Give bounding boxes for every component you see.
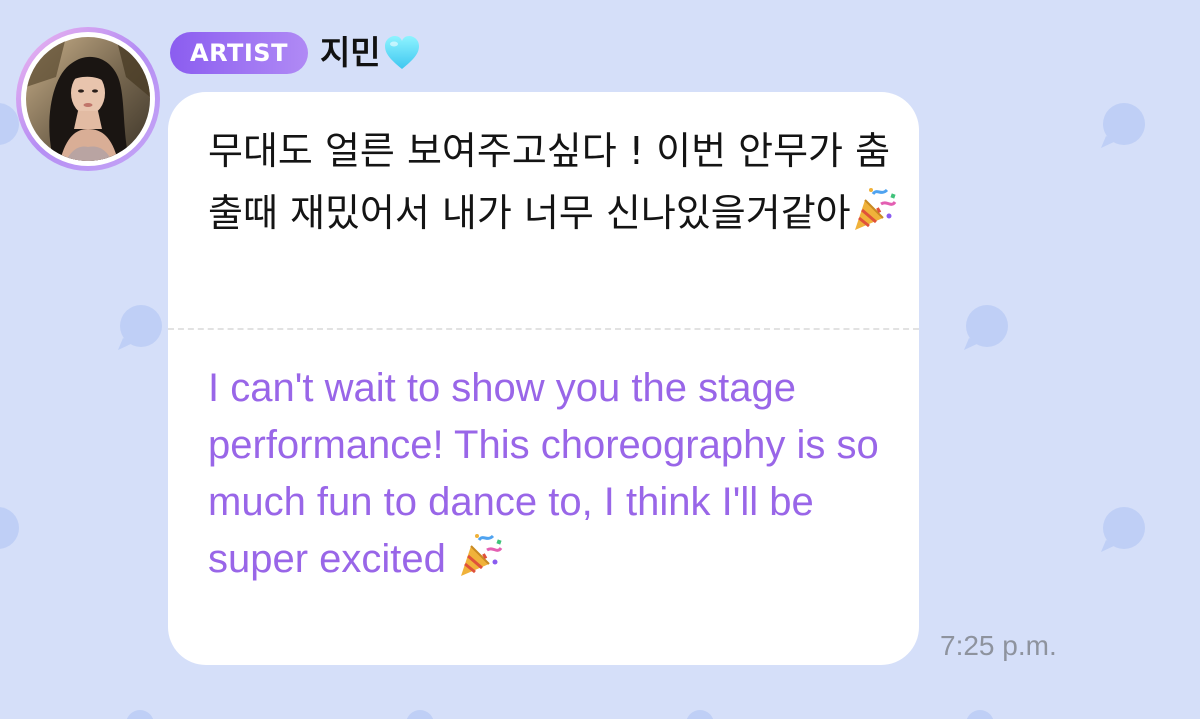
sender-name[interactable]: 지민 [320,30,381,76]
artist-badge: ARTIST [170,32,308,74]
chat-message-row: ARTIST 지민 무대도 얼른 보여주고싶다 ! 이번 안무가 춤출때 재밌어… [0,0,1200,719]
party-popper-icon [461,534,503,576]
sender-header: ARTIST 지민 [170,30,421,76]
message-original-text: 무대도 얼른 보여주고싶다 ! 이번 안무가 춤출때 재밌어서 내가 너무 신나… [208,120,898,244]
avatar[interactable] [16,27,160,171]
divider [168,328,919,330]
avatar-photo-icon [26,37,150,161]
party-popper-icon [854,188,896,230]
message-bubble[interactable]: 무대도 얼른 보여주고싶다 ! 이번 안무가 춤출때 재밌어서 내가 너무 신나… [168,92,919,665]
message-timestamp: 7:25 p.m. [940,630,1057,661]
message-translation-text: I can't wait to show you the stage perfo… [208,360,898,588]
light-blue-heart-icon [384,36,419,69]
original-text: 무대도 얼른 보여주고싶다 ! 이번 안무가 춤출때 재밌어서 내가 너무 신나… [208,129,891,235]
translation-text: I can't wait to show you the stage perfo… [208,366,879,581]
